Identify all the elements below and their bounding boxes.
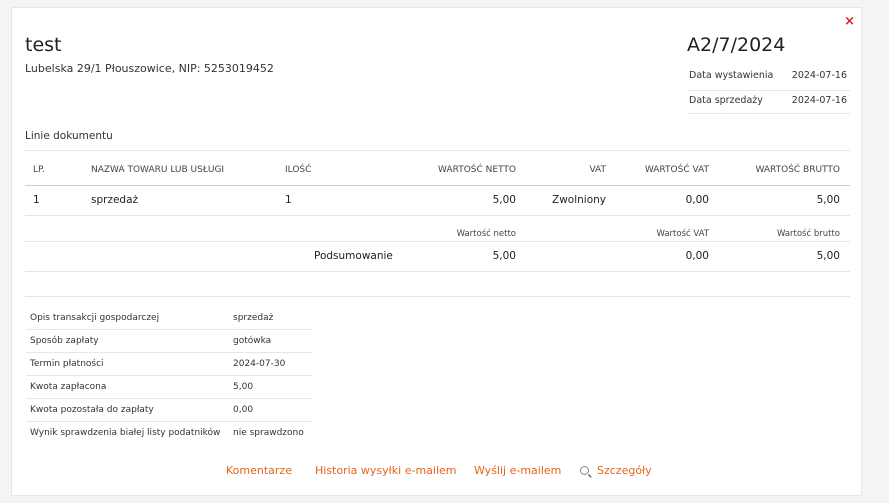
summary-gross-label: Wartość brutto <box>776 229 840 239</box>
section-divider <box>25 296 850 297</box>
info-value: 0,00 <box>233 405 254 415</box>
col-header-lp: LP. <box>33 165 45 175</box>
summary-vat-label: Wartość VAT <box>656 229 709 239</box>
search-icon <box>580 466 589 475</box>
details-link[interactable]: Szczegóły <box>580 464 652 477</box>
col-header-net: WARTOŚĆ NETTO <box>438 165 516 175</box>
info-value: nie sprawdzono <box>233 428 304 438</box>
row-vat: Zwolniony <box>552 194 606 206</box>
company-address: Lubelska 29/1 Płouszowice, NIP: 52530194… <box>25 62 274 75</box>
col-header-name: NAZWA TOWARU LUB USŁUGI <box>91 165 225 175</box>
col-header-vat-value: WARTOŚĆ VAT <box>644 165 709 175</box>
page-title: test <box>25 34 62 56</box>
header-divider <box>25 185 850 186</box>
sale-date-value: 2024-07-16 <box>791 95 847 106</box>
info-row: Termin płatności 2024-07-30 <box>26 353 312 376</box>
lines-section-label: Linie dokumentu <box>25 130 113 142</box>
info-value: sprzedaż <box>233 313 274 323</box>
summary-net: 5,00 <box>492 250 516 262</box>
document-number: A2/7/2024 <box>687 34 786 56</box>
info-key: Wynik sprawdzenia białej listy podatnikó… <box>30 428 221 438</box>
send-email-link[interactable]: Wyślij e-mailem <box>474 464 561 477</box>
close-icon[interactable]: × <box>844 14 855 29</box>
info-value: 2024-07-30 <box>233 359 286 369</box>
row-gross: 5,00 <box>816 194 840 206</box>
info-row: Kwota zapłacona 5,00 <box>26 376 312 399</box>
comments-link[interactable]: Komentarze <box>226 464 292 477</box>
row-divider <box>25 215 850 216</box>
row-net: 5,00 <box>492 194 516 206</box>
info-row: Opis transakcji gospodarczej sprzedaż <box>26 307 312 330</box>
info-key: Termin płatności <box>30 359 104 369</box>
info-row: Sposób zapłaty gotówka <box>26 330 312 353</box>
email-history-link[interactable]: Historia wysyłki e-mailem <box>315 464 457 477</box>
details-label: Szczegóły <box>597 464 652 477</box>
info-key: Sposób zapłaty <box>30 336 99 346</box>
col-header-qty: ILOŚĆ <box>285 165 312 175</box>
row-qty: 1 <box>285 194 292 206</box>
info-row: Kwota pozostała do zapłaty 0,00 <box>26 399 312 422</box>
info-row: Wynik sprawdzenia białej listy podatnikó… <box>26 422 312 445</box>
col-header-vat: VAT <box>589 165 606 175</box>
info-key: Kwota pozostała do zapłaty <box>30 405 154 415</box>
sale-date-row: Data sprzedaży 2024-07-16 <box>687 94 850 114</box>
summary-net-label: Wartość netto <box>456 229 516 239</box>
info-value: 5,00 <box>233 382 254 392</box>
col-header-gross: WARTOŚĆ BRUTTO <box>755 165 840 175</box>
summary-row-label: Podsumowanie <box>314 250 393 262</box>
row-name: sprzedaż <box>91 194 139 206</box>
issue-date-value: 2024-07-16 <box>791 70 847 81</box>
divider <box>25 271 850 272</box>
sale-date-label: Data sprzedaży <box>689 95 763 106</box>
summary-gross: 5,00 <box>816 250 840 262</box>
summary-vat: 0,00 <box>685 250 709 262</box>
divider <box>25 150 850 151</box>
info-value: gotówka <box>233 336 272 346</box>
info-key: Kwota zapłacona <box>30 382 107 392</box>
info-key: Opis transakcji gospodarczej <box>30 313 160 323</box>
row-vat-value: 0,00 <box>685 194 709 206</box>
row-lp: 1 <box>33 194 40 206</box>
document-modal: × test Lubelska 29/1 Płouszowice, NIP: 5… <box>11 7 862 496</box>
issue-date-row: Data wystawienia 2024-07-16 <box>687 69 850 91</box>
divider <box>25 241 850 242</box>
issue-date-label: Data wystawienia <box>689 70 774 81</box>
